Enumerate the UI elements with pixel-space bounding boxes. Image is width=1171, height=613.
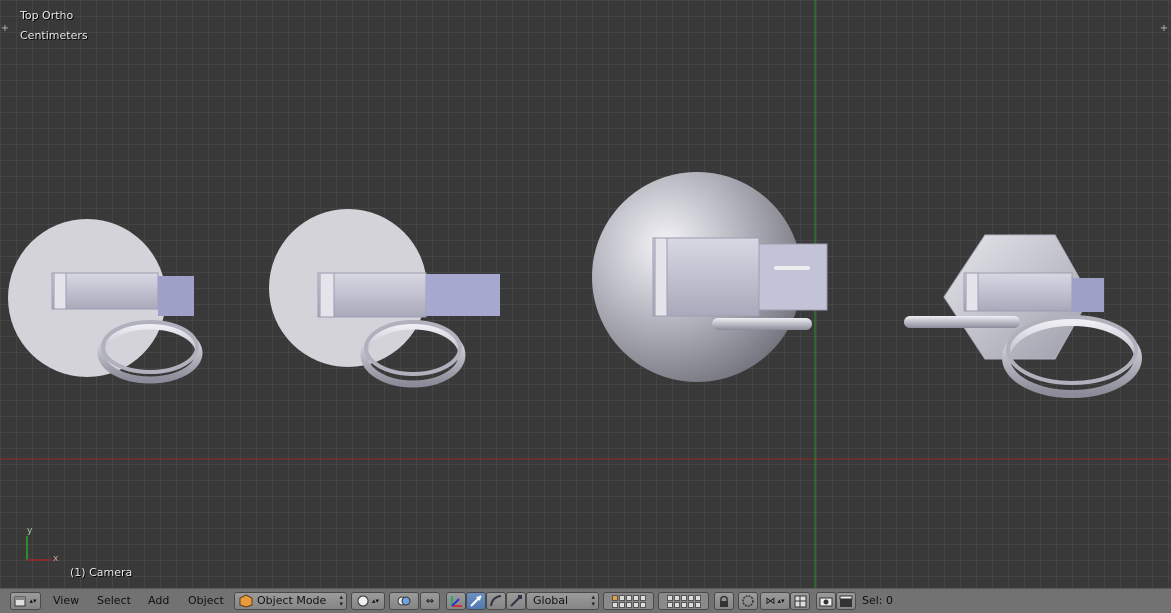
3d-viewport[interactable]: + + y x Top Ortho Centimeters (1) Camera xyxy=(0,0,1171,588)
viewport-header: ▴▾ View Select Add Object Object Mode ▴ ▾… xyxy=(0,588,1171,613)
gizmo-y-label: y xyxy=(27,526,33,536)
gizmo-x-label: x xyxy=(53,554,59,564)
rotate-icon xyxy=(490,595,502,607)
pivot-align-button[interactable]: ⇔ xyxy=(420,592,440,610)
view-name-label: Top Ortho xyxy=(20,9,74,22)
viewport-shading-dropdown[interactable]: ▴▾ xyxy=(351,592,385,610)
menu-view[interactable]: View xyxy=(53,594,79,607)
pivot-point-dropdown[interactable] xyxy=(389,592,419,610)
layers-group-1[interactable] xyxy=(603,592,654,610)
mode-dropdown-label: Object Mode xyxy=(257,594,327,607)
render-icon xyxy=(819,597,833,607)
dropdown-arrows-icon: ▴ ▾ xyxy=(591,593,595,608)
translate-icon xyxy=(470,595,482,607)
keychain-disc-object[interactable] xyxy=(8,219,203,384)
axis-gizmo: y x xyxy=(26,526,59,564)
menu-add[interactable]: Add xyxy=(148,594,169,607)
scale-manipulator-button[interactable] xyxy=(506,592,526,610)
proportional-edit-button[interactable] xyxy=(738,592,758,610)
transform-orientation-label: Global xyxy=(533,594,569,607)
object-mode-cube-icon xyxy=(239,594,253,608)
selection-count: Sel: 0 xyxy=(862,594,894,607)
layers-group-2[interactable] xyxy=(658,592,709,610)
mode-dropdown[interactable]: Object Mode ▴ ▾ xyxy=(234,592,347,610)
snap-toggle-button[interactable]: ⋈ ▴▾ xyxy=(760,592,790,610)
transform-orientation-dropdown[interactable]: Global ▴ ▾ xyxy=(526,592,599,610)
manipulator-toggle-button[interactable] xyxy=(446,592,466,610)
snap-element-button[interactable] xyxy=(790,592,810,610)
menu-object[interactable]: Object xyxy=(188,594,224,607)
keychain-sphere-object[interactable] xyxy=(592,172,828,382)
pivot-point-icon xyxy=(397,596,411,606)
units-label: Centimeters xyxy=(20,29,88,42)
menu-select[interactable]: Select xyxy=(97,594,131,607)
snap-icon: ⋈ xyxy=(765,595,776,607)
clapper-icon xyxy=(839,595,853,607)
lock-icon xyxy=(720,595,728,607)
rotate-manipulator-button[interactable] xyxy=(486,592,506,610)
manipulator-icon xyxy=(451,596,462,607)
proportional-edit-icon xyxy=(742,595,754,607)
translate-manipulator-button[interactable] xyxy=(466,592,486,610)
viewport-scene[interactable]: y x xyxy=(0,0,1171,588)
snap-element-icon xyxy=(794,595,806,607)
opengl-render-animation-button[interactable] xyxy=(836,592,856,610)
keychain-disc-object[interactable] xyxy=(269,209,500,388)
layers-grid-icon xyxy=(666,594,701,608)
active-object-label: (1) Camera xyxy=(70,566,133,579)
viewport-shading-icon xyxy=(357,595,369,607)
editor-type-icon xyxy=(14,596,26,607)
lock-layers-button[interactable] xyxy=(714,592,734,610)
layers-grid-icon xyxy=(611,594,646,608)
scale-icon xyxy=(510,595,522,607)
dropdown-arrows-icon: ▴ ▾ xyxy=(339,593,343,608)
opengl-render-button[interactable] xyxy=(816,592,836,610)
editor-type-button[interactable]: ▴▾ xyxy=(10,592,41,610)
pivot-align-icon: ⇔ xyxy=(425,595,435,607)
keychain-hexagon-object[interactable] xyxy=(904,234,1142,398)
